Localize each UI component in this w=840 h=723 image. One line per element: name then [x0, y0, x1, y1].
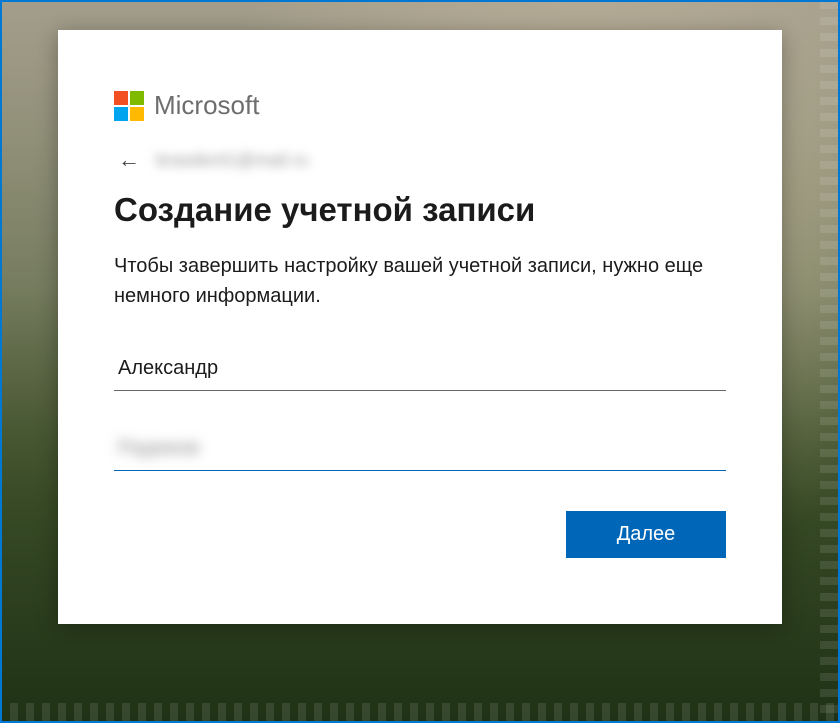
identity-back-row: ← brasdent1@mail.ru [114, 145, 726, 175]
account-email-masked: brasdent1@mail.ru [156, 150, 308, 171]
brand-row: Microsoft [114, 90, 726, 121]
dialog-subtext: Чтобы завершить настройку вашей учетной … [114, 251, 726, 311]
torn-edge-right [820, 2, 838, 721]
microsoft-logo-icon [114, 91, 144, 121]
dialog-actions: Далее [114, 511, 726, 558]
create-account-dialog: Microsoft ← brasdent1@mail.ru Создание у… [58, 30, 782, 624]
dialog-heading: Создание учетной записи [114, 191, 726, 229]
first-name-input[interactable] [114, 347, 726, 391]
window-frame: Microsoft ← brasdent1@mail.ru Создание у… [0, 0, 840, 723]
next-button[interactable]: Далее [566, 511, 726, 558]
brand-name: Microsoft [154, 90, 259, 121]
arrow-left-icon: ← [118, 147, 140, 172]
torn-edge-bottom [2, 703, 838, 721]
back-button[interactable]: ← [114, 145, 144, 175]
last-name-input-wrap[interactable]: Радюков [114, 427, 726, 471]
